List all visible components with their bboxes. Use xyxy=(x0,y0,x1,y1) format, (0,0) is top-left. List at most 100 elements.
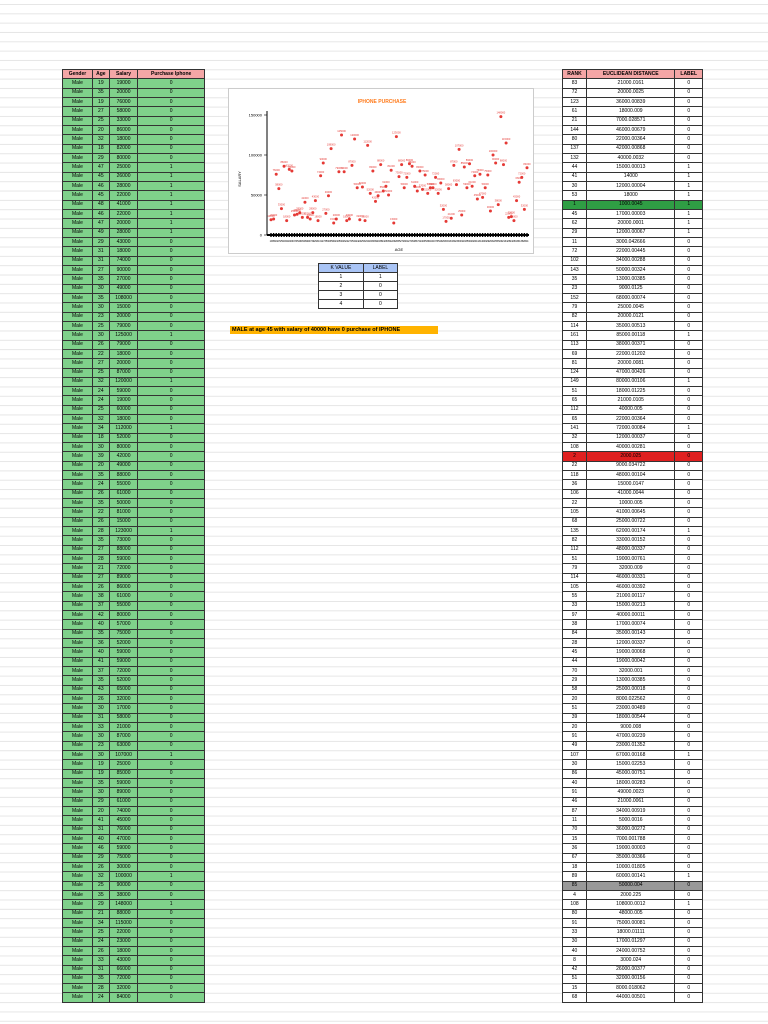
distance-cell: 20000.0025 xyxy=(586,87,676,99)
purchase-cell: 1 xyxy=(137,227,205,238)
distance-cell: 13000.00385 xyxy=(586,675,676,686)
gender-cell: Male xyxy=(62,190,93,201)
rank-cell: 143 xyxy=(561,264,588,276)
rank-cell: 70 xyxy=(561,665,588,677)
distance-cell: 18000.01111 xyxy=(586,927,676,938)
rank-cell: 82 xyxy=(561,535,588,546)
purchase-cell: 0 xyxy=(137,927,205,938)
age-cell: 32 xyxy=(91,376,110,388)
x-tick-label: 24 xyxy=(526,240,529,243)
data-label: 75000 xyxy=(484,169,492,173)
k-label-cell: 0 xyxy=(362,281,399,291)
purchase-cell: 0 xyxy=(137,721,205,733)
table-row: Male 32 18000 0 xyxy=(62,414,205,425)
y-tick-label: 100000 xyxy=(249,153,263,158)
salary-cell: 38000 xyxy=(108,889,139,901)
label-cell: 0 xyxy=(674,927,703,938)
table-row: 80 48000.005 0 xyxy=(561,908,703,919)
rank-cell: 33 xyxy=(561,927,588,938)
data-label: 81000 xyxy=(388,164,396,168)
salary-cell: 107000 xyxy=(108,749,139,761)
label-cell: 0 xyxy=(674,451,703,462)
purchase-cell: 0 xyxy=(137,973,205,985)
gender-cell: Male xyxy=(62,78,93,89)
purchase-cell: 1 xyxy=(137,376,205,388)
label-cell: 1 xyxy=(674,749,703,761)
age-cell: 29 xyxy=(91,796,110,807)
table-row: 79 32000.009 0 xyxy=(561,563,703,574)
gender-cell: Male xyxy=(62,414,93,425)
salary-cell: 148000 xyxy=(108,899,139,910)
rank-cell: 79 xyxy=(561,302,588,313)
rank-cell: 102 xyxy=(561,255,588,266)
age-cell: 41 xyxy=(91,656,110,668)
rank-cell: 38 xyxy=(561,619,588,630)
distance-cell: 38000.00371 xyxy=(586,339,676,350)
label-cell: 0 xyxy=(674,339,703,350)
table-row: 46 21000.0061 0 xyxy=(561,796,703,807)
table-row: Male 35 20000 0 xyxy=(62,87,205,99)
table-row: 69 22000.01202 0 xyxy=(561,348,703,360)
age-cell: 26 xyxy=(91,516,110,528)
data-point xyxy=(373,199,377,203)
salary-cell: 61000 xyxy=(108,591,139,602)
label-cell: 0 xyxy=(674,628,703,640)
purchase-cell: 0 xyxy=(137,516,205,528)
distance-cell: 36000.00839 xyxy=(586,96,676,108)
salary-cell: 80000 xyxy=(108,152,139,164)
table-row: Male 43 65000 0 xyxy=(62,684,205,696)
table-row: Male 30 49000 0 xyxy=(62,283,205,294)
table-row: 15 8000.018062 0 xyxy=(561,983,703,994)
rank-cell: 67 xyxy=(561,852,588,863)
purchase-cell: 0 xyxy=(137,610,205,621)
data-label: 123000 xyxy=(392,131,401,135)
distance-cell: 80000.00106 xyxy=(586,376,676,388)
salary-cell: 17000 xyxy=(108,703,139,714)
age-cell: 25 xyxy=(91,880,110,891)
table-row: 97 40000.00011 0 xyxy=(561,610,703,621)
rank-cell: 18 xyxy=(561,861,588,873)
rank-cell: 135 xyxy=(561,526,588,537)
data-label: 90000 xyxy=(320,157,328,161)
rank-cell: 141 xyxy=(561,423,588,434)
iphone-purchase-chart[interactable]: IPHONE PURCHASE SALARY AGE 0 50000 100000 1500… xyxy=(228,88,534,254)
table-row: 82 33000.00152 0 xyxy=(561,535,703,546)
purchase-cell: 0 xyxy=(137,815,205,826)
table-row: Male 32 18000 0 xyxy=(62,134,205,145)
table-row: Male 30 80000 0 xyxy=(62,442,205,453)
distance-cell: 48000.005 xyxy=(586,908,676,919)
rank-cell: 40 xyxy=(561,777,588,789)
salary-cell: 89000 xyxy=(108,787,139,798)
data-point xyxy=(368,191,372,195)
age-cell: 30 xyxy=(91,442,110,453)
distance-cell: 17000.00074 xyxy=(586,619,676,630)
rank-cell: 28 xyxy=(561,637,588,649)
table-row: Male 27 89000 0 xyxy=(62,572,205,584)
table-row: Male 38 61000 0 xyxy=(62,591,205,602)
rank-cell: 68 xyxy=(561,516,588,528)
distance-cell: 18000.009 xyxy=(586,106,676,117)
purchase-cell: 0 xyxy=(137,236,205,248)
data-point xyxy=(277,187,281,191)
distance-cell: 24000.00752 xyxy=(586,945,676,957)
table-row: Male 35 88000 0 xyxy=(62,470,205,481)
label-cell: 0 xyxy=(674,908,703,919)
purchase-cell: 0 xyxy=(137,964,205,975)
label-cell: 0 xyxy=(674,964,703,975)
salary-cell: 43000 xyxy=(108,236,139,248)
data-label: 57000 xyxy=(419,183,427,187)
table-row: Male 23 63000 0 xyxy=(62,740,205,751)
table-row: 30 12000.00004 1 xyxy=(561,180,703,192)
gender-cell: Male xyxy=(62,218,93,229)
data-label: 59000 xyxy=(429,182,437,186)
purchase-cell: 0 xyxy=(137,115,205,126)
column-header: EUCLIDEAN DISTANCE xyxy=(586,68,676,80)
purchase-cell: 0 xyxy=(137,628,205,640)
rank-cell: 30 xyxy=(561,759,588,770)
table-row: Male 24 59000 0 xyxy=(62,386,205,397)
table-row: 67 35000.00366 0 xyxy=(561,852,703,863)
salary-cell: 25000 xyxy=(108,759,139,770)
gender-cell: Male xyxy=(62,796,93,807)
table-row: 86 45000.00751 0 xyxy=(561,768,703,779)
table-row: 30 15000.02253 0 xyxy=(561,759,703,770)
